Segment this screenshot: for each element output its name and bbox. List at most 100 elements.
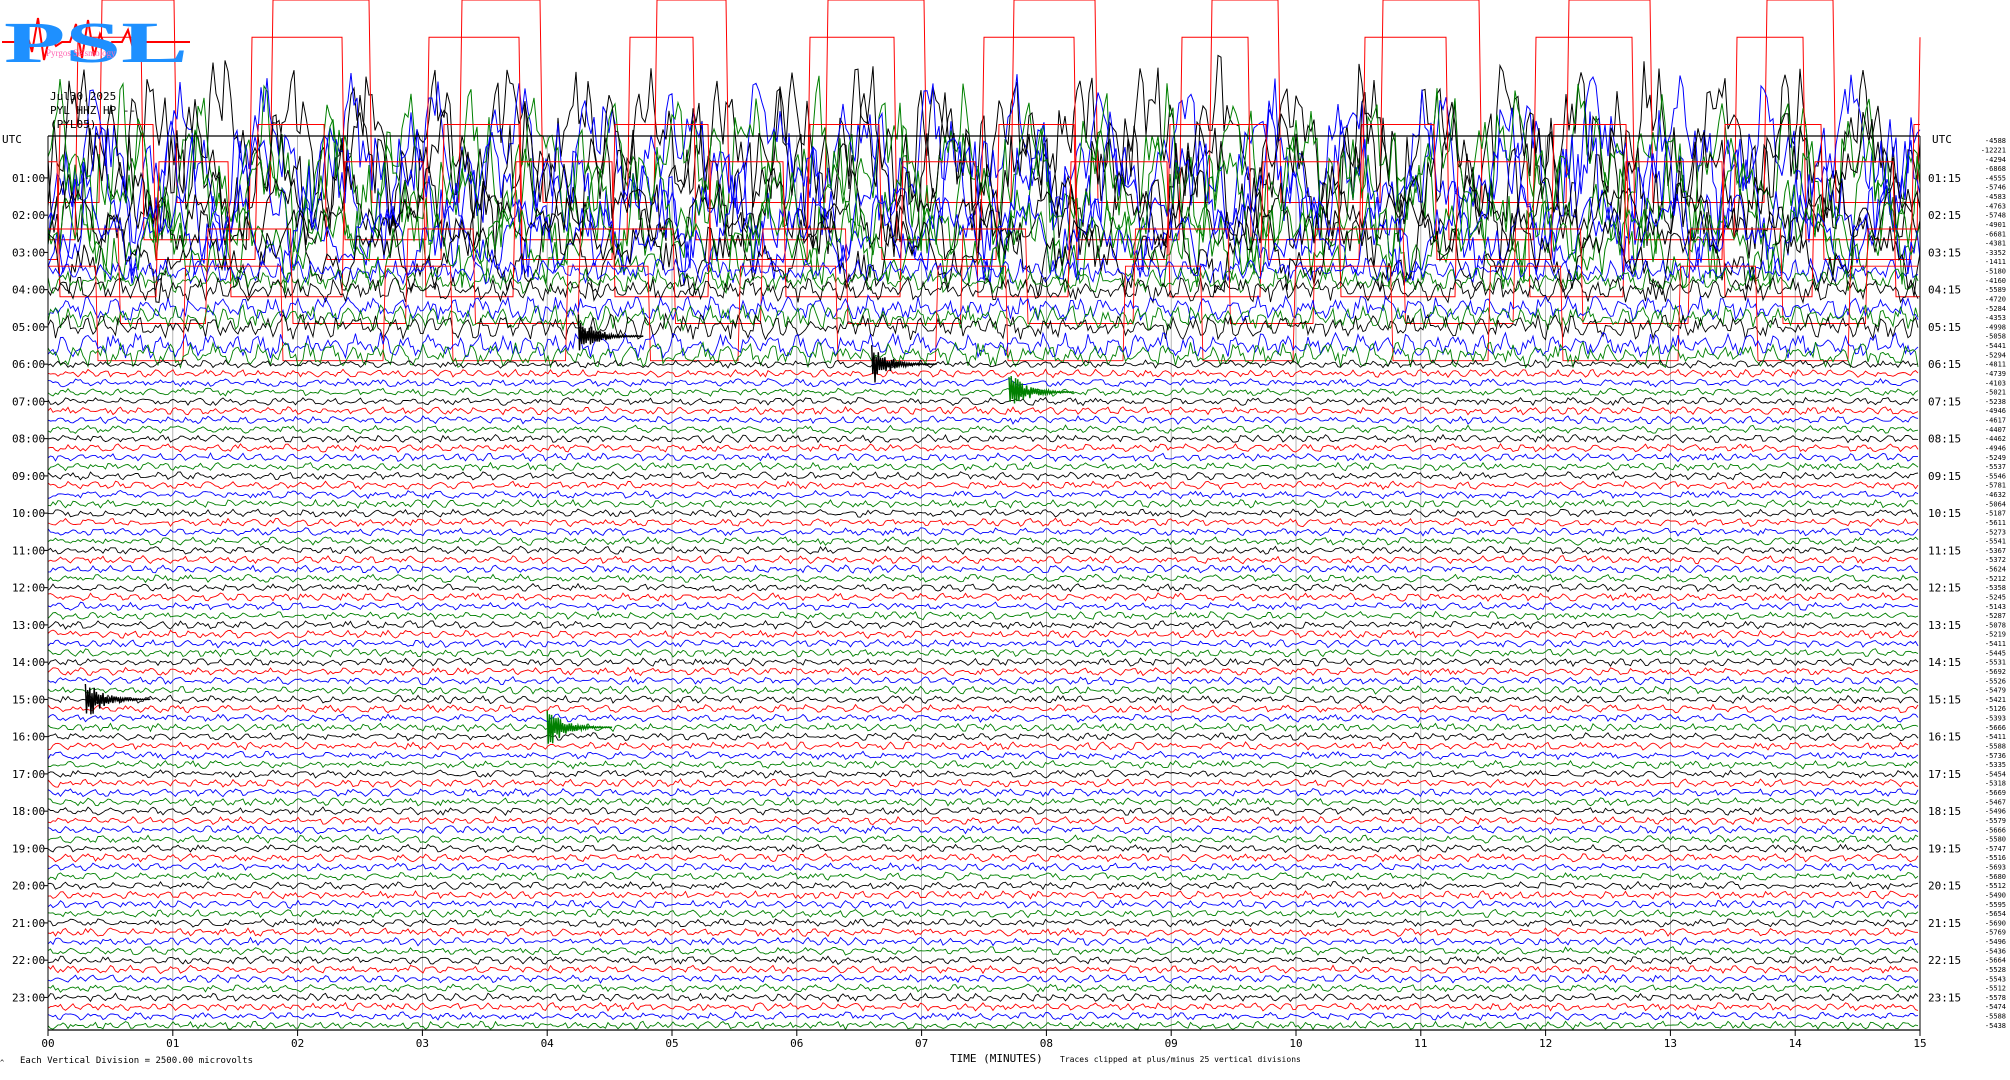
trace-offset-label: -5436	[1985, 947, 2006, 955]
right-hour-label: 02:15	[1928, 209, 1961, 222]
trace-offset-label: -5219	[1985, 631, 2006, 639]
trace-offset-label: -4588	[1985, 137, 2006, 145]
trace-offset-label: -5578	[1985, 994, 2006, 1002]
trace-offset-label: -6868	[1985, 165, 2006, 173]
logo-text: PSL	[4, 10, 188, 75]
trace-offset-label: -5421	[1985, 696, 2006, 704]
trace-offset-label: -4720	[1985, 295, 2006, 303]
left-hour-label: 16:00	[12, 731, 45, 744]
trace-offset-label: -4462	[1985, 435, 2006, 443]
right-hour-label: 07:15	[1928, 395, 1961, 408]
trace-offset-label: -4946	[1985, 444, 2006, 452]
left-hour-label: 10:00	[12, 507, 45, 520]
trace-offset-label: -6681	[1985, 230, 2006, 238]
right-hour-label: 21:15	[1928, 917, 1961, 930]
right-hour-label: 03:15	[1928, 246, 1961, 259]
trace-offset-label: -5512	[1985, 985, 2006, 993]
left-hour-label: 11:00	[12, 544, 45, 557]
trace-offset-label: -5579	[1985, 817, 2006, 825]
left-hour-label: 12:00	[12, 582, 45, 595]
trace-offset-label: -5126	[1985, 705, 2006, 713]
left-hour-label: 07:00	[12, 395, 45, 408]
trace-offset-label: -5588	[1985, 1013, 2006, 1021]
trace-offset-label: -5746	[1985, 184, 2006, 192]
trace-offset-label: -4739	[1985, 370, 2006, 378]
trace-offset-label: -5781	[1985, 482, 2006, 490]
trace-offset-label: -5747	[1985, 845, 2006, 853]
trace-offset-label: -12221	[1981, 146, 2006, 154]
left-hour-label: 22:00	[12, 954, 45, 967]
right-utc-label: UTC	[1932, 133, 1952, 146]
left-hour-label: 05:00	[12, 321, 45, 334]
trace-offset-label: -5588	[1985, 742, 2006, 750]
trace-offset-label: -5624	[1985, 566, 2006, 574]
trace-offset-label: -5438	[1985, 1022, 2006, 1030]
trace-offset-label: -5680	[1985, 873, 2006, 881]
right-hour-label: 13:15	[1928, 619, 1961, 632]
right-hour-label: 01:15	[1928, 172, 1961, 185]
left-hour-label: 03:00	[12, 246, 45, 259]
left-hour-label: 09:00	[12, 470, 45, 483]
right-hour-label: 10:15	[1928, 507, 1961, 520]
trace-offset-label: -5454	[1985, 770, 2006, 778]
logo-tagline: Pyrgos Seismology	[46, 48, 116, 58]
left-hour-label: 08:00	[12, 433, 45, 446]
left-hour-label: 02:00	[12, 209, 45, 222]
trace-offset-label: -5690	[1985, 919, 2006, 927]
trace-offset-label: -5318	[1985, 780, 2006, 788]
right-hour-label: 15:15	[1928, 693, 1961, 706]
x-tick-label: 05	[665, 1037, 678, 1050]
trace-offset-label: -4632	[1985, 491, 2006, 499]
x-tick-label: 07	[915, 1037, 928, 1050]
right-hour-label: 09:15	[1928, 470, 1961, 483]
scale-note: Each Vertical Division = 2500.00 microvo…	[20, 1056, 253, 1066]
right-hour-label: 20:15	[1928, 880, 1961, 893]
trace-offset-label: -3352	[1985, 249, 2006, 257]
x-tick-label: 12	[1539, 1037, 1552, 1050]
trace-offset-labels: -4588-12221 -4294-6868-4555 -5746-4583-476…	[1981, 137, 2006, 1030]
trace-offset-label: -5479	[1985, 687, 2006, 695]
right-hour-label: 05:15	[1928, 321, 1961, 334]
trace-offset-label: -5490	[1985, 891, 2006, 899]
trace-offset-label: -5541	[1985, 538, 2006, 546]
trace-offset-label: -5693	[1985, 864, 2006, 872]
trace-offset-label: -5249	[1985, 454, 2006, 462]
trace-offset-label: -4617	[1985, 417, 2006, 425]
trace-offset-label: -5769	[1985, 929, 2006, 937]
trace-offset-label: -5064	[1985, 500, 2006, 508]
trace-offset-label: -5546	[1985, 472, 2006, 480]
trace-offset-label: -4583	[1985, 193, 2006, 201]
x-tick-label: 02	[291, 1037, 304, 1050]
left-utc-label: UTC	[2, 133, 22, 146]
trace-offset-label: -5669	[1985, 789, 2006, 797]
trace-offset-label: -4381	[1985, 240, 2006, 248]
trace-offset-label: -5736	[1985, 752, 2006, 760]
seismogram-plot: 00 01 02 03 04 05 06 07 08 09 10 11 12 13 14 15 01:00 02…	[0, 0, 2010, 1080]
left-hour-label: 23:00	[12, 991, 45, 1004]
trace-offset-label: -4103	[1985, 379, 2006, 387]
trace-offset-label: -5666	[1985, 724, 2006, 732]
trace-offset-label: -5748	[1985, 212, 2006, 220]
trace-offset-label: -5367	[1985, 547, 2006, 555]
x-tick-label: 11	[1414, 1037, 1427, 1050]
trace-offset-label: -5245	[1985, 593, 2006, 601]
right-hour-label: 14:15	[1928, 656, 1961, 669]
left-hour-label: 15:00	[12, 693, 45, 706]
right-hour-label: 17:15	[1928, 768, 1961, 781]
trace-offset-label: -5467	[1985, 798, 2006, 806]
psl-logo: PSL Pyrgos Seismology	[2, 10, 190, 75]
trace-offset-label: -5238	[1985, 398, 2006, 406]
trace-offset-label: -5692	[1985, 668, 2006, 676]
right-hour-label: 04:15	[1928, 284, 1961, 297]
trace-offset-label: -5595	[1985, 901, 2006, 909]
trace-offset-label: -5273	[1985, 528, 2006, 536]
x-tick-label: 13	[1664, 1037, 1677, 1050]
trace-offset-label: -5580	[1985, 836, 2006, 844]
left-hour-label: 14:00	[12, 656, 45, 669]
x-tick-label: 10	[1289, 1037, 1302, 1050]
left-hour-label: 04:00	[12, 284, 45, 297]
right-hour-label: 23:15	[1928, 991, 1961, 1004]
x-tick-label: 04	[541, 1037, 555, 1050]
x-tick-label: 01	[166, 1037, 179, 1050]
right-hour-label: 19:15	[1928, 842, 1961, 855]
